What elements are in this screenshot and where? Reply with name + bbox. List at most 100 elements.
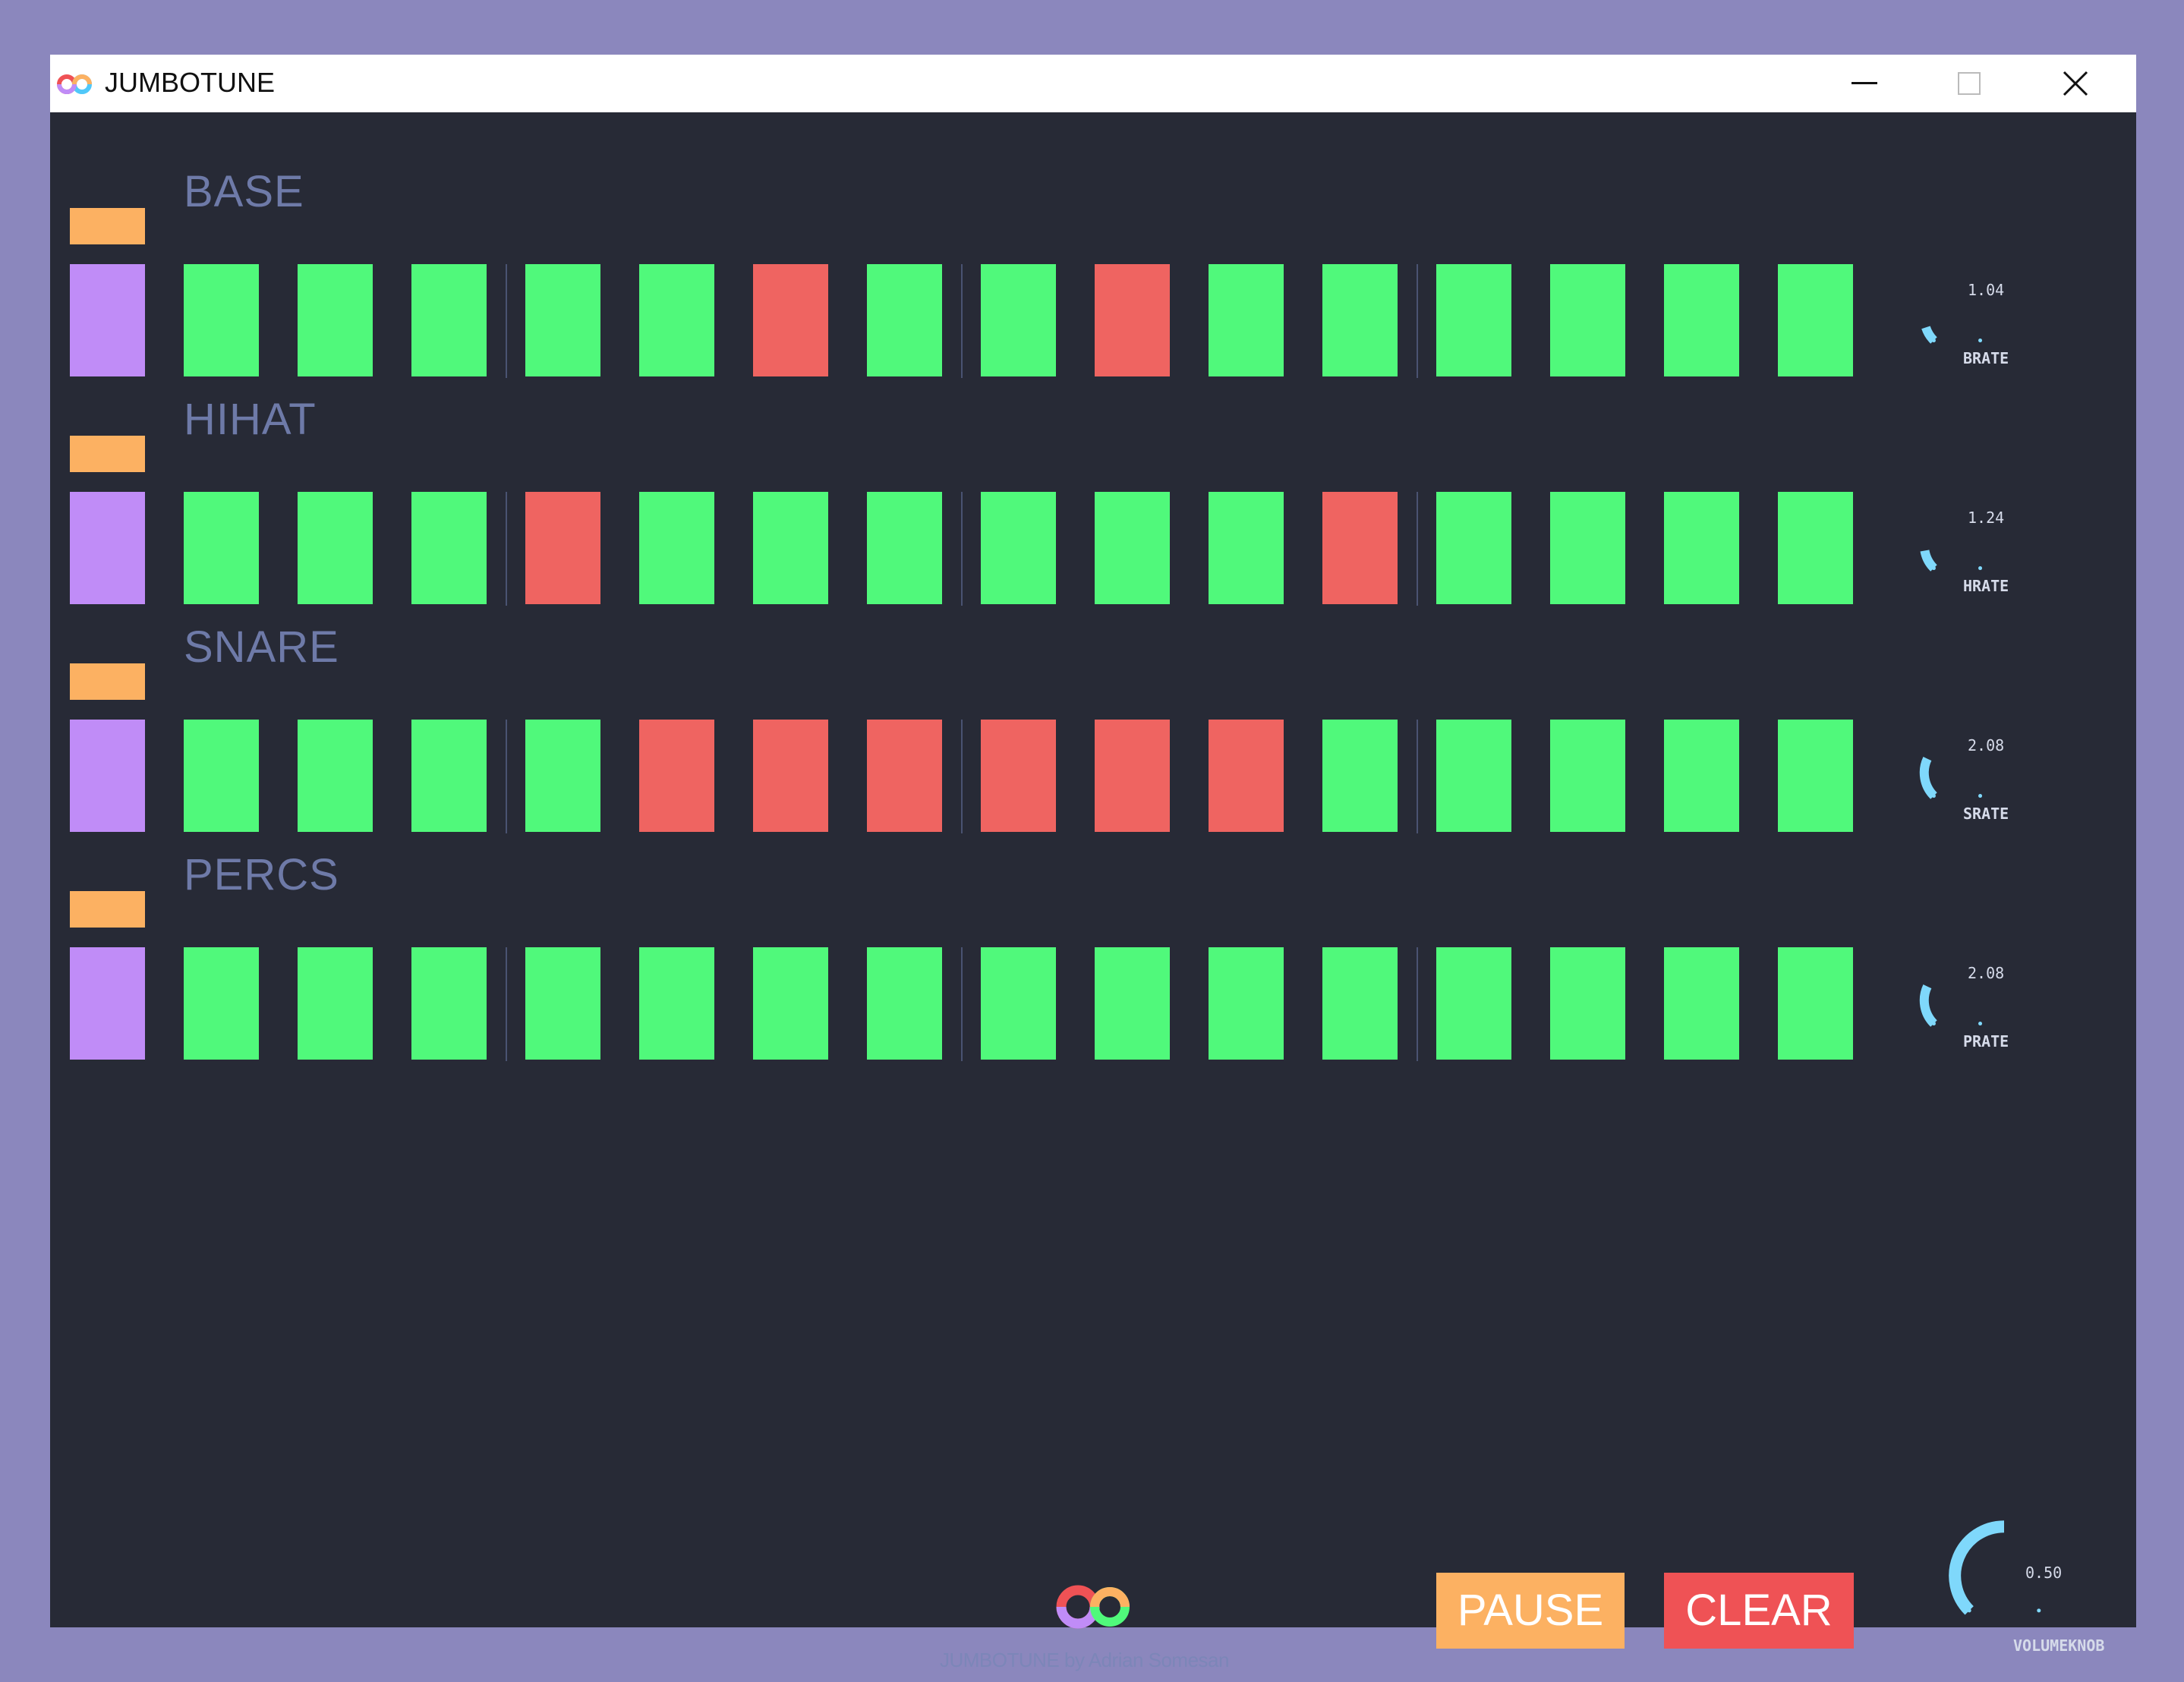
beat-divider (961, 947, 963, 1061)
step-pad[interactable] (1778, 720, 1853, 832)
step-pad[interactable] (867, 720, 942, 832)
step-pad[interactable] (639, 720, 714, 832)
step-pad[interactable] (867, 264, 942, 376)
step-pad[interactable] (1778, 264, 1853, 376)
rate-knob[interactable]: 1.04 BRATE (1907, 272, 2036, 386)
window-title: JUMBOTUNE (105, 67, 275, 98)
step-pad[interactable] (753, 720, 828, 832)
rate-knob[interactable]: 2.08 SRATE (1907, 727, 2036, 841)
track-pad[interactable] (70, 492, 145, 604)
track-label: PERCS (184, 850, 339, 899)
step-pad[interactable] (1095, 492, 1170, 604)
step-pad[interactable] (1322, 264, 1398, 376)
step-pad[interactable] (1664, 264, 1739, 376)
step-pad[interactable] (1095, 720, 1170, 832)
beat-divider (506, 720, 507, 833)
step-pad[interactable] (1209, 492, 1284, 604)
step-pad[interactable] (1550, 264, 1625, 376)
step-pad[interactable] (1436, 492, 1511, 604)
mute-button[interactable] (70, 208, 145, 244)
mute-button[interactable] (70, 891, 145, 928)
step-pad[interactable] (981, 947, 1056, 1060)
step-pad[interactable] (639, 264, 714, 376)
track-pad[interactable] (70, 947, 145, 1060)
step-pad[interactable] (1322, 947, 1398, 1060)
rate-knob[interactable]: 2.08 PRATE (1907, 955, 2036, 1069)
step-pad[interactable] (1322, 492, 1398, 604)
app-window: JUMBOTUNE JUMBOTUNE by Adrian Somesan PA… (50, 55, 2136, 1671)
close-button[interactable] (2022, 55, 2129, 112)
volume-value: 0.50 (2025, 1564, 2063, 1582)
beat-divider (506, 947, 507, 1061)
step-pad[interactable] (981, 492, 1056, 604)
step-pad[interactable] (1436, 947, 1511, 1060)
step-pad[interactable] (298, 947, 373, 1060)
step-pad[interactable] (981, 720, 1056, 832)
mute-button[interactable] (70, 436, 145, 472)
step-pad[interactable] (1550, 947, 1625, 1060)
step-pad[interactable] (184, 492, 259, 604)
step-pad[interactable] (411, 947, 487, 1060)
step-pad[interactable] (525, 720, 600, 832)
maximize-button[interactable] (1916, 55, 2022, 112)
track-label: BASE (184, 167, 304, 216)
sequencer-area: JUMBOTUNE by Adrian Somesan PAUSE CLEAR … (50, 112, 2136, 1671)
step-pad[interactable] (184, 720, 259, 832)
knob-value: 1.24 (1968, 509, 2005, 527)
volume-knob[interactable]: 0.50 VOLUMEKNOB (1936, 1507, 2105, 1655)
title-bar: JUMBOTUNE (50, 55, 2136, 112)
step-pad[interactable] (981, 264, 1056, 376)
step-pad[interactable] (1550, 720, 1625, 832)
step-pad[interactable] (1436, 264, 1511, 376)
rate-knob[interactable]: 1.24 HRATE (1907, 499, 2036, 613)
beat-divider (1417, 947, 1418, 1061)
step-pad[interactable] (1664, 947, 1739, 1060)
step-pad[interactable] (1209, 947, 1284, 1060)
track-pad[interactable] (70, 720, 145, 832)
step-pad[interactable] (753, 264, 828, 376)
track-label: SNARE (184, 622, 339, 672)
knob-value: 1.04 (1968, 281, 2005, 299)
track-pad[interactable] (70, 264, 145, 376)
maximize-icon (1958, 72, 1981, 95)
step-pad[interactable] (1550, 492, 1625, 604)
step-pad[interactable] (1095, 947, 1170, 1060)
step-pad[interactable] (525, 492, 600, 604)
step-pad[interactable] (1778, 492, 1853, 604)
mute-button[interactable] (70, 663, 145, 700)
track-label: HIHAT (184, 395, 317, 444)
step-pad[interactable] (411, 720, 487, 832)
step-pad[interactable] (525, 264, 600, 376)
jumbotune-logo-icon (57, 74, 92, 94)
step-pad[interactable] (867, 492, 942, 604)
step-pad[interactable] (753, 492, 828, 604)
step-pad[interactable] (298, 264, 373, 376)
step-pad[interactable] (1322, 720, 1398, 832)
beat-divider (961, 492, 963, 606)
knob-label: BRATE (1963, 349, 2009, 367)
step-pad[interactable] (1095, 264, 1170, 376)
step-pad[interactable] (184, 947, 259, 1060)
minimize-button[interactable] (1811, 55, 1918, 112)
pause-button[interactable]: PAUSE (1436, 1573, 1625, 1649)
step-pad[interactable] (1664, 720, 1739, 832)
knob-label: PRATE (1963, 1032, 2009, 1050)
step-pad[interactable] (298, 720, 373, 832)
volume-label: VOLUMEKNOB (2013, 1636, 2105, 1655)
clear-button[interactable]: CLEAR (1664, 1573, 1854, 1649)
step-pad[interactable] (411, 264, 487, 376)
step-pad[interactable] (1778, 947, 1853, 1060)
step-pad[interactable] (411, 492, 487, 604)
step-pad[interactable] (639, 947, 714, 1060)
step-pad[interactable] (525, 947, 600, 1060)
step-pad[interactable] (1664, 492, 1739, 604)
step-pad[interactable] (1209, 720, 1284, 832)
step-pad[interactable] (639, 492, 714, 604)
step-pad[interactable] (1209, 264, 1284, 376)
step-pad[interactable] (184, 264, 259, 376)
credit-text: JUMBOTUNE by Adrian Somesan (940, 1649, 1229, 1671)
step-pad[interactable] (753, 947, 828, 1060)
step-pad[interactable] (867, 947, 942, 1060)
step-pad[interactable] (298, 492, 373, 604)
step-pad[interactable] (1436, 720, 1511, 832)
